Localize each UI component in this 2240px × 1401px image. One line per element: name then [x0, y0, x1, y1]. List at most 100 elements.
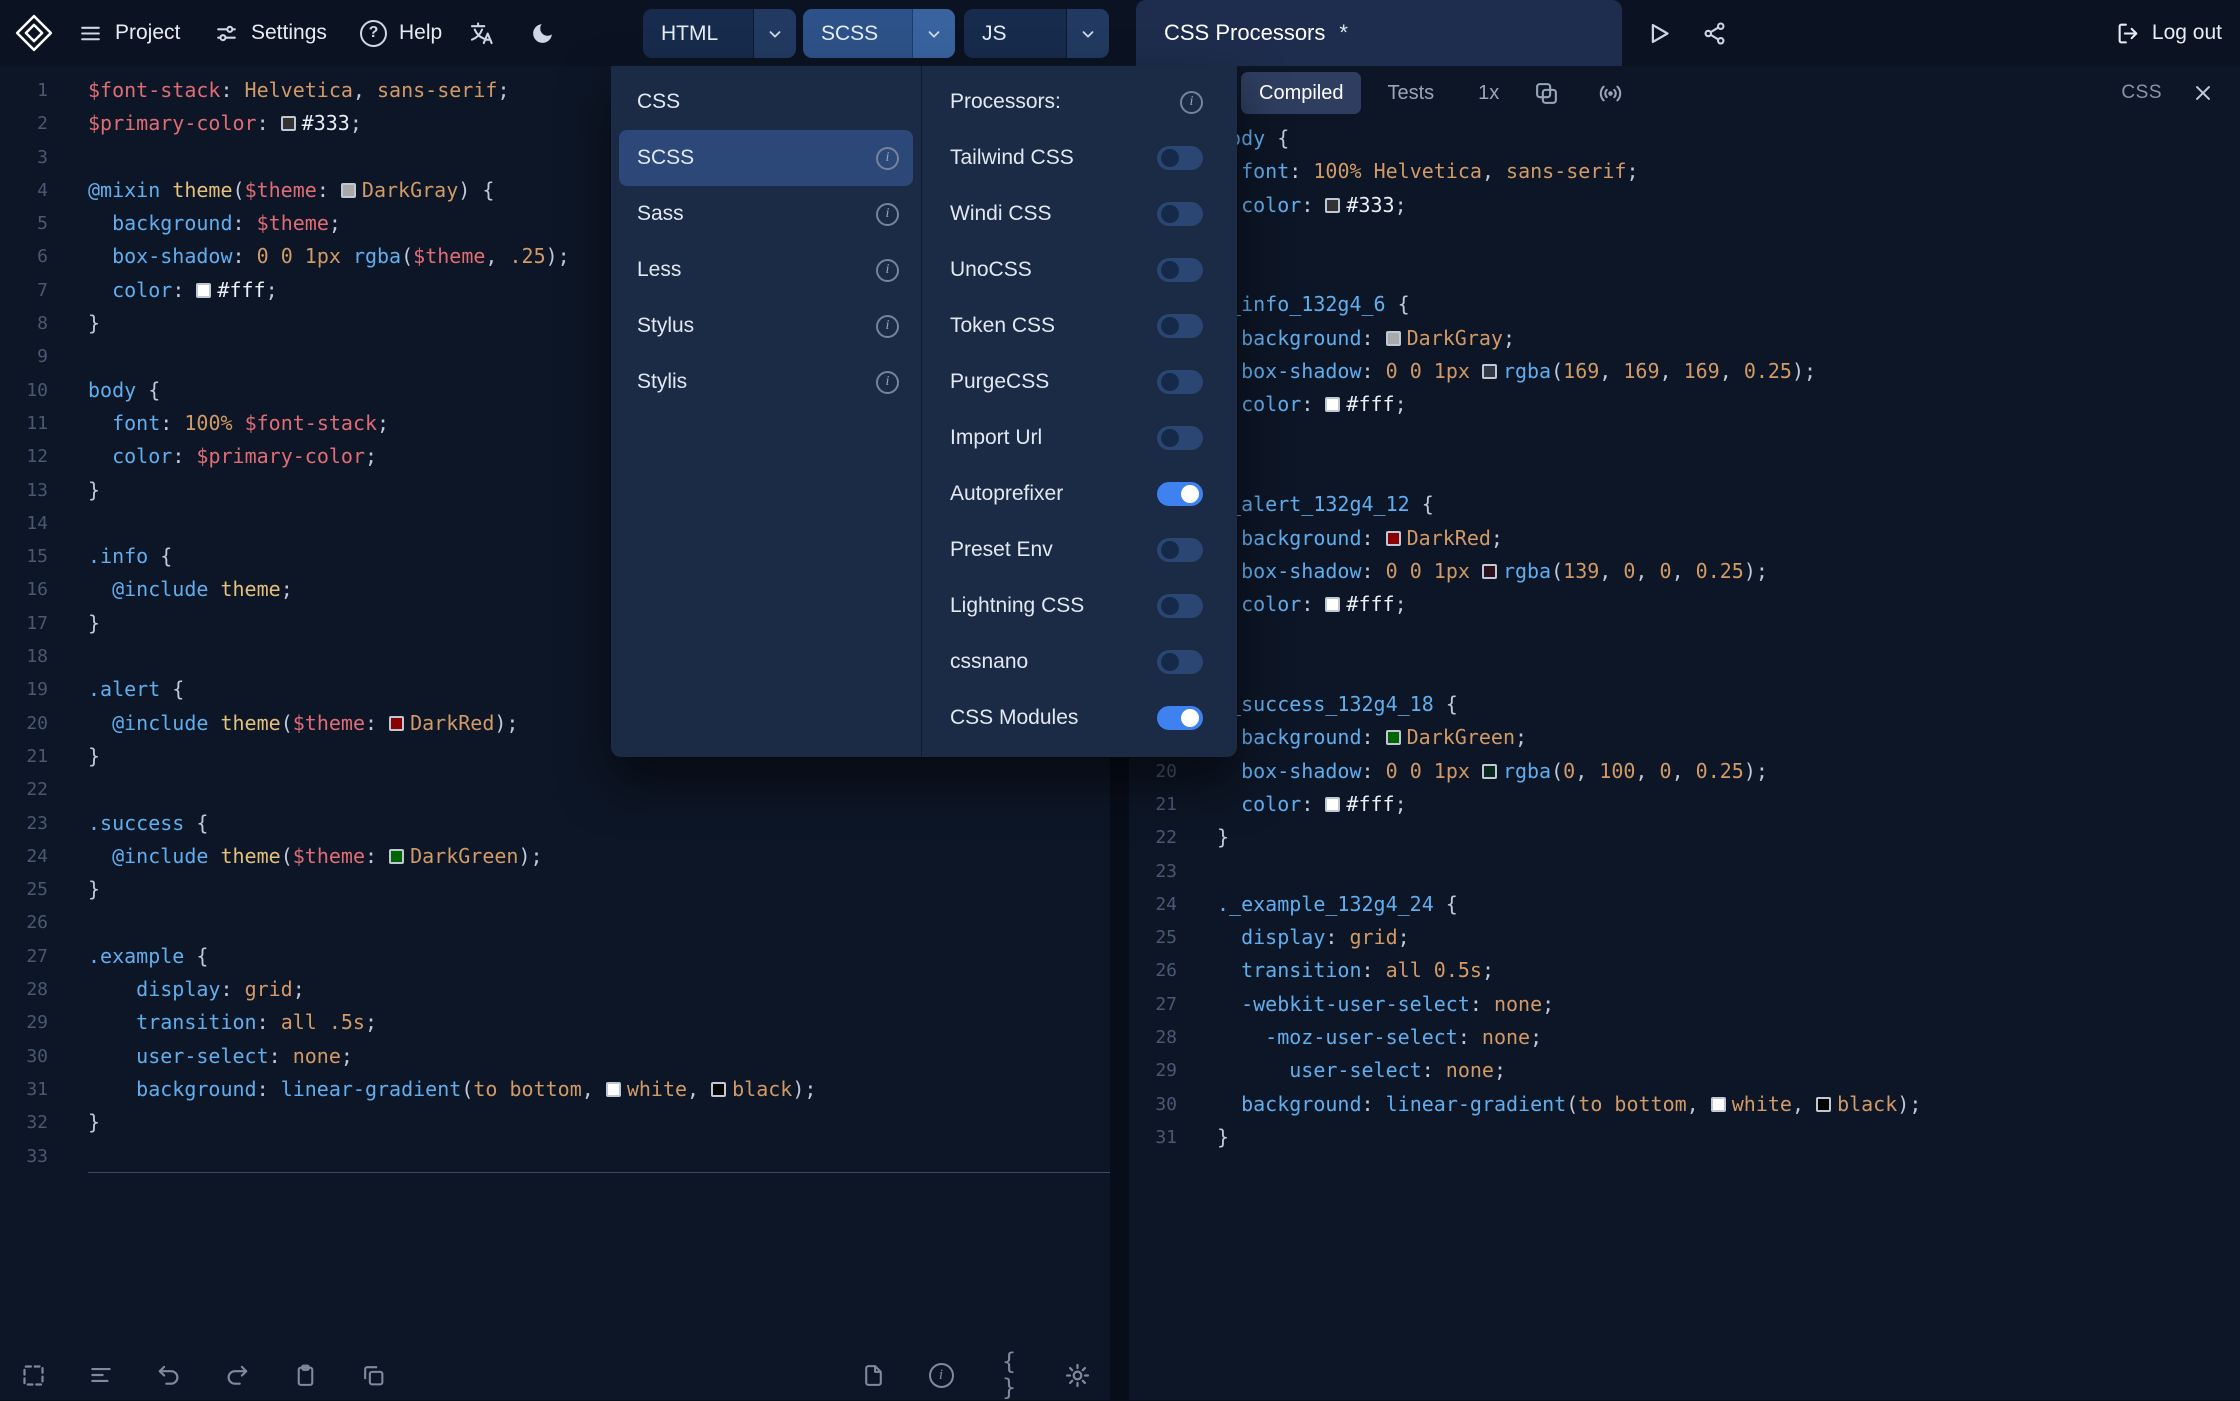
color-swatch[interactable]	[1710, 1096, 1726, 1112]
color-swatch[interactable]	[340, 182, 356, 198]
processor-toggle-tailwind-css[interactable]	[1157, 146, 1203, 170]
color-swatch[interactable]	[1325, 796, 1341, 812]
processors-title: Processors:	[950, 90, 1061, 113]
code-text[interactable]: background: linear-gradient(to bottom, w…	[88, 1073, 1110, 1106]
settings-menu[interactable]: Settings	[214, 0, 327, 66]
code-text[interactable]: }	[88, 1106, 1110, 1139]
chevron-down-icon[interactable]	[753, 9, 796, 58]
tab-compiled[interactable]: Compiled	[1241, 72, 1362, 114]
code-line[interactable]: 28 display: grid;	[0, 973, 1110, 1006]
code-line[interactable]: 33	[0, 1140, 1110, 1173]
info-icon[interactable]: i	[1180, 90, 1203, 114]
processor-toggle-lightning-css[interactable]	[1157, 594, 1203, 618]
code-line[interactable]: 24 @include theme($theme: DarkGreen);	[0, 840, 1110, 873]
processor-toggle-preset-env[interactable]	[1157, 538, 1203, 562]
language-option-css[interactable]: CSS	[619, 74, 913, 130]
color-swatch[interactable]	[1385, 730, 1401, 746]
html-language-selector[interactable]: HTML	[643, 9, 796, 58]
selection-button[interactable]	[14, 1356, 52, 1394]
info-button[interactable]: i	[922, 1356, 960, 1394]
theme-moon-icon[interactable]	[530, 0, 555, 66]
color-swatch[interactable]	[711, 1081, 727, 1097]
editor-settings-button[interactable]	[1058, 1356, 1096, 1394]
code-line[interactable]: 22	[0, 773, 1110, 806]
language-option-stylus[interactable]: Stylus i	[619, 298, 913, 354]
logout-button[interactable]: Log out	[2116, 0, 2222, 66]
processor-toggle-purgecss[interactable]	[1157, 370, 1203, 394]
code-line[interactable]: 29 transition: all .5s;	[0, 1006, 1110, 1039]
code-line[interactable]: 23 .success {	[0, 807, 1110, 840]
translate-icon[interactable]	[468, 0, 495, 66]
format-button[interactable]	[82, 1356, 120, 1394]
info-icon[interactable]: i	[876, 258, 899, 282]
project-menu[interactable]: Project	[78, 0, 180, 66]
code-line[interactable]: 31 background: linear-gradient(to bottom…	[0, 1073, 1110, 1106]
code-text[interactable]	[88, 906, 1110, 939]
code-text[interactable]	[88, 1140, 1110, 1173]
code-text[interactable]: transition: all .5s;	[88, 1006, 1110, 1039]
language-option-stylis[interactable]: Stylis i	[619, 354, 913, 410]
language-option-scss[interactable]: SCSS i	[619, 130, 913, 186]
chevron-down-icon[interactable]	[1066, 9, 1109, 58]
color-swatch[interactable]	[1481, 763, 1497, 779]
close-output-button[interactable]	[2186, 76, 2220, 110]
code-line[interactable]: 27 .example {	[0, 940, 1110, 973]
help-menu[interactable]: ? Help	[360, 0, 442, 66]
processor-toggle-css-modules[interactable]	[1157, 706, 1203, 730]
color-swatch[interactable]	[196, 282, 212, 298]
color-swatch[interactable]	[1481, 364, 1497, 380]
snippets-button[interactable]: { }	[990, 1349, 1028, 1401]
code-line[interactable]: 32}	[0, 1106, 1110, 1139]
paste-button[interactable]	[286, 1356, 324, 1394]
code-text[interactable]: .example {	[88, 940, 1110, 973]
language-option-less[interactable]: Less i	[619, 242, 913, 298]
run-play-icon[interactable]	[1645, 0, 1672, 66]
undo-button[interactable]	[150, 1356, 188, 1394]
info-icon[interactable]: i	[876, 202, 899, 226]
code-line[interactable]: 25}	[0, 873, 1110, 906]
color-swatch[interactable]	[1816, 1096, 1832, 1112]
code-text[interactable]: display: grid;	[88, 973, 1110, 1006]
file-button[interactable]	[854, 1356, 892, 1394]
redo-button[interactable]	[218, 1356, 256, 1394]
color-swatch[interactable]	[389, 848, 405, 864]
toggle-knob	[1161, 597, 1179, 615]
color-swatch[interactable]	[605, 1081, 621, 1097]
code-line[interactable]: 26	[0, 906, 1110, 939]
share-icon[interactable]	[1702, 0, 1727, 66]
processor-toggle-autoprefixer[interactable]	[1157, 482, 1203, 506]
code-text[interactable]: user-select: none;	[88, 1040, 1110, 1073]
color-swatch[interactable]	[1385, 330, 1401, 346]
code-text[interactable]: @include theme($theme: DarkGreen);	[88, 840, 1110, 873]
zoom-level[interactable]: 1x	[1478, 82, 1499, 105]
color-swatch[interactable]	[1325, 197, 1341, 213]
info-icon[interactable]: i	[876, 314, 899, 338]
copy-button[interactable]	[354, 1356, 392, 1394]
info-icon[interactable]: i	[876, 370, 899, 394]
color-swatch[interactable]	[1325, 597, 1341, 613]
color-swatch[interactable]	[389, 715, 405, 731]
popout-button[interactable]	[1529, 76, 1563, 110]
app-logo-icon[interactable]	[14, 13, 54, 53]
color-swatch[interactable]	[280, 116, 296, 132]
code-line[interactable]: 30 user-select: none;	[0, 1040, 1110, 1073]
chevron-down-icon[interactable]	[912, 9, 955, 58]
color-swatch[interactable]	[1325, 397, 1341, 413]
tab-tests[interactable]: Tests	[1369, 72, 1452, 114]
live-reload-button[interactable]	[1593, 76, 1627, 110]
processor-toggle-import-url[interactable]	[1157, 426, 1203, 450]
color-swatch[interactable]	[1481, 563, 1497, 579]
code-text[interactable]	[88, 773, 1110, 806]
processor-toggle-unocss[interactable]	[1157, 258, 1203, 282]
project-tab[interactable]: CSS Processors *	[1136, 0, 1622, 66]
language-option-sass[interactable]: Sass i	[619, 186, 913, 242]
info-icon[interactable]: i	[876, 146, 899, 170]
processor-toggle-windi-css[interactable]	[1157, 202, 1203, 226]
js-language-selector[interactable]: JS	[964, 9, 1109, 58]
code-text[interactable]: }	[88, 873, 1110, 906]
css-language-selector[interactable]: SCSS	[803, 9, 955, 58]
color-swatch[interactable]	[1385, 530, 1401, 546]
processor-toggle-cssnano[interactable]	[1157, 650, 1203, 674]
code-text[interactable]: .success {	[88, 807, 1110, 840]
processor-toggle-token-css[interactable]	[1157, 314, 1203, 338]
